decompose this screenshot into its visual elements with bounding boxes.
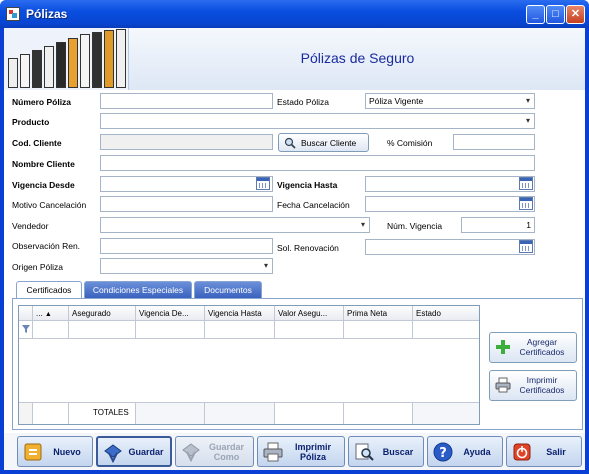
help-icon: ?: [433, 442, 453, 462]
comision-label: % Comisión: [387, 138, 433, 148]
calendar-icon[interactable]: [519, 240, 533, 253]
salir-button[interactable]: Salir: [506, 436, 582, 467]
calendar-icon[interactable]: [519, 177, 533, 190]
printer-icon: [495, 377, 511, 393]
ayuda-button[interactable]: ? Ayuda: [427, 436, 503, 467]
row-indicator-header: [19, 306, 33, 321]
window-frame: Pólizas _ □ ✕ Pólizas de Seguro Número P…: [0, 0, 589, 474]
grid-header-prima-neta[interactable]: Prima Neta: [344, 306, 413, 321]
vigencia-hasta-label: Vigencia Hasta: [277, 180, 338, 190]
vendedor-label: Vendedor: [12, 221, 49, 231]
totals-valor-asegurado: [275, 402, 344, 424]
filter-icon: [22, 325, 30, 333]
producto-label: Producto: [12, 117, 50, 127]
client-area: Pólizas de Seguro Número Póliza Estado P…: [4, 28, 585, 470]
vigencia-desde-label: Vigencia Desde: [12, 180, 75, 190]
totals-cell: [413, 402, 479, 424]
nuevo-button[interactable]: Nuevo: [17, 436, 93, 467]
origen-poliza-select[interactable]: [100, 258, 273, 274]
totals-label: TOTALES: [69, 402, 136, 424]
fecha-cancelacion-label: Fecha Cancelación: [277, 200, 350, 210]
header-band: Pólizas de Seguro: [128, 28, 585, 90]
vendedor-select[interactable]: [100, 217, 370, 233]
window-title: Pólizas: [26, 7, 68, 21]
guardar-como-button[interactable]: Guardar Como: [175, 436, 254, 467]
filter-cell[interactable]: [33, 321, 69, 339]
tab-certificados[interactable]: Certificados: [16, 281, 82, 299]
certificados-panel: ... ▲ Asegurado Vigencia De... Vigencia …: [12, 298, 583, 430]
page-title: Pólizas de Seguro: [300, 50, 415, 66]
binders-banner-image: [4, 28, 128, 90]
cod-cliente-label: Cod. Cliente: [12, 138, 62, 148]
maximize-button[interactable]: □: [546, 5, 565, 24]
producto-select[interactable]: [100, 113, 535, 129]
motivo-cancelacion-input[interactable]: [100, 196, 273, 212]
exit-icon: [513, 443, 531, 461]
tab-documentos[interactable]: Documentos: [194, 281, 262, 298]
sol-renovacion-label: Sol. Renovación: [277, 243, 339, 253]
num-vigencia-input[interactable]: 1: [461, 217, 535, 233]
title-bar[interactable]: Pólizas _ □ ✕: [0, 0, 589, 28]
imprimir-certificados-button[interactable]: Imprimir Certificados: [489, 370, 577, 401]
new-document-icon: [24, 443, 42, 461]
totals-cell: [136, 402, 205, 424]
grid-header-vigencia-hasta[interactable]: Vigencia Hasta: [205, 306, 275, 321]
printer-icon: [263, 442, 283, 462]
buscar-cliente-button[interactable]: Buscar Cliente: [278, 133, 369, 152]
svg-text:?: ?: [439, 446, 447, 461]
motivo-cancelacion-label: Motivo Cancelación: [12, 200, 87, 210]
save-as-icon: [182, 443, 200, 462]
filter-row-indicator: [19, 321, 33, 339]
buscar-cliente-label: Buscar Cliente: [301, 138, 357, 148]
filter-cell[interactable]: [413, 321, 479, 339]
nombre-cliente-label: Nombre Cliente: [12, 159, 75, 169]
search-icon: [284, 137, 296, 149]
totals-cell: [205, 402, 275, 424]
filter-cell[interactable]: [275, 321, 344, 339]
sol-renovacion-input[interactable]: [365, 239, 535, 255]
vigencia-hasta-input[interactable]: [365, 176, 535, 192]
numero-poliza-input[interactable]: [100, 93, 273, 109]
search-document-icon: [355, 443, 374, 461]
certificados-grid[interactable]: ... ▲ Asegurado Vigencia De... Vigencia …: [18, 305, 480, 425]
estado-poliza-label: Estado Póliza: [277, 97, 329, 107]
totals-row-indicator: [19, 402, 33, 424]
plus-icon: [496, 340, 510, 354]
nombre-cliente-input[interactable]: [100, 155, 535, 171]
numero-poliza-label: Número Póliza: [12, 97, 72, 107]
filter-cell[interactable]: [344, 321, 413, 339]
cod-cliente-input[interactable]: [100, 134, 273, 150]
fecha-cancelacion-input[interactable]: [365, 196, 535, 212]
bottom-toolbar: Nuevo Guardar Guardar Como Imprimir Póli…: [4, 433, 585, 470]
guardar-button[interactable]: Guardar: [96, 436, 172, 467]
grid-header-estado[interactable]: Estado: [413, 306, 479, 321]
origen-poliza-label: Origen Póliza: [12, 262, 64, 272]
minimize-button[interactable]: _: [526, 5, 545, 24]
grid-header-expand[interactable]: ... ▲: [33, 306, 69, 321]
observacion-ren-input[interactable]: [100, 238, 273, 254]
imprimir-poliza-button[interactable]: Imprimir Póliza: [257, 436, 345, 467]
vigencia-desde-input[interactable]: [100, 176, 273, 192]
filter-cell[interactable]: [136, 321, 205, 339]
buscar-button[interactable]: Buscar: [348, 436, 424, 467]
totals-prima-neta: [344, 402, 413, 424]
num-vigencia-label: Núm. Vigencia: [387, 221, 443, 231]
calendar-icon[interactable]: [256, 177, 270, 190]
grid-header-asegurado[interactable]: Asegurado: [69, 306, 136, 321]
agregar-certificados-button[interactable]: Agregar Certificados: [489, 332, 577, 363]
totals-cell: [33, 402, 69, 424]
comision-input[interactable]: [453, 134, 535, 150]
estado-poliza-select[interactable]: Póliza Vigente: [365, 93, 535, 109]
calendar-icon[interactable]: [519, 197, 533, 210]
tab-condiciones-especiales[interactable]: Condiciones Especiales: [84, 281, 192, 298]
filter-cell[interactable]: [69, 321, 136, 339]
app-icon: [6, 7, 20, 21]
close-button[interactable]: ✕: [566, 5, 585, 24]
save-icon: [104, 444, 122, 463]
observacion-ren-label: Observación Ren.: [12, 241, 81, 251]
grid-header-valor-asegurado[interactable]: Valor Asegu...: [275, 306, 344, 321]
filter-cell[interactable]: [205, 321, 275, 339]
grid-header-vigencia-desde[interactable]: Vigencia De...: [136, 306, 205, 321]
